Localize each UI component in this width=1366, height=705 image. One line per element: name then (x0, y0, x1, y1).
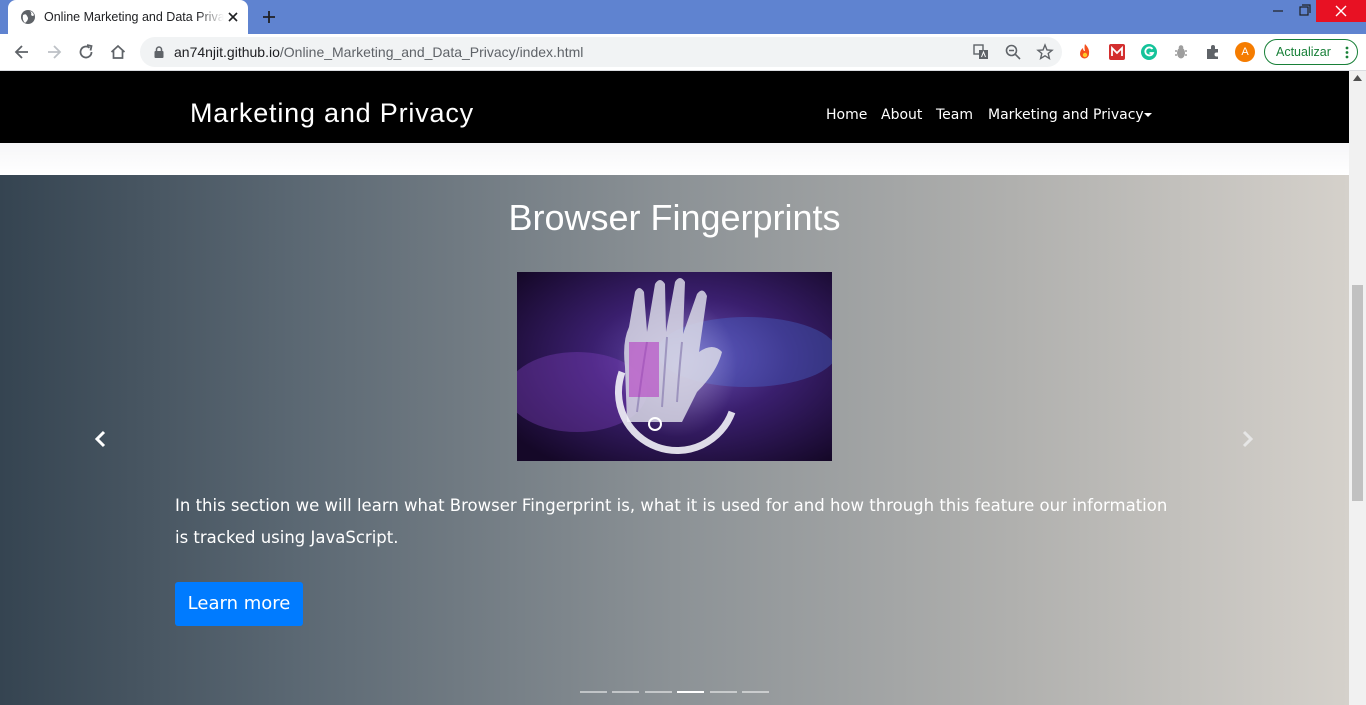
url-text[interactable]: an74njit.github.io/Online_Marketing_and_… (174, 44, 583, 60)
globe-icon (21, 10, 35, 24)
close-icon[interactable] (226, 10, 240, 24)
mega-extension-icon[interactable] (1108, 43, 1126, 61)
carousel-indicator[interactable] (709, 691, 737, 693)
forward-arrow-icon[interactable] (45, 43, 63, 61)
new-tab-icon[interactable] (260, 8, 278, 26)
zoom-icon[interactable] (1004, 43, 1022, 61)
browser-toolbar: an74njit.github.io/Online_Marketing_and_… (0, 34, 1366, 71)
browser-tab[interactable]: Online Marketing and Data Privacy (8, 0, 248, 34)
flame-extension-icon[interactable] (1076, 43, 1094, 61)
lock-icon[interactable] (152, 45, 166, 59)
navbar-spacer (0, 143, 1349, 175)
window-close-icon[interactable] (1316, 0, 1366, 22)
carousel-indicator[interactable] (677, 691, 705, 693)
url-host: an74njit.github.io (174, 44, 280, 60)
carousel-indicator[interactable] (580, 691, 607, 693)
site-brand[interactable]: Marketing and Privacy (190, 97, 474, 129)
browser-titlebar: Online Marketing and Data Privacy (0, 0, 1366, 34)
carousel-indicator[interactable] (612, 691, 640, 693)
caret-down-icon[interactable] (1144, 113, 1152, 117)
grammarly-extension-icon[interactable] (1140, 43, 1158, 61)
learn-more-button[interactable]: Learn more (175, 582, 303, 626)
slide-description: In this section we will learn what Brows… (175, 496, 1168, 547)
carousel-indicator[interactable] (742, 691, 769, 693)
nav-about[interactable]: About (881, 105, 922, 125)
kebab-menu-icon[interactable] (1345, 46, 1349, 59)
carousel-indicator[interactable] (644, 691, 672, 693)
profile-avatar[interactable]: A (1235, 42, 1255, 62)
back-arrow-icon[interactable] (13, 43, 31, 61)
page-scrollbar[interactable] (1349, 71, 1366, 705)
puzzle-extensions-icon[interactable] (1204, 43, 1222, 61)
nav-team[interactable]: Team (936, 105, 973, 125)
reload-icon[interactable] (77, 43, 95, 61)
chevron-left-icon[interactable] (92, 430, 110, 448)
nav-home[interactable]: Home (826, 105, 867, 125)
scroll-up-arrow-icon[interactable] (1353, 75, 1362, 81)
fingerprint-hand-image (517, 272, 832, 461)
scrollbar-thumb[interactable] (1352, 285, 1363, 501)
slide-title: Browser Fingerprints (508, 197, 841, 238)
translate-icon[interactable] (972, 43, 990, 61)
home-icon[interactable] (109, 43, 127, 61)
carousel-indicators (580, 691, 770, 694)
url-path: /Online_Marketing_and_Data_Privacy/index… (279, 44, 584, 60)
nav-marketing-dropdown[interactable]: Marketing and Privacy (988, 105, 1144, 125)
chevron-right-icon[interactable] (1238, 430, 1256, 448)
bug-extension-icon[interactable] (1172, 43, 1190, 61)
tab-title: Online Marketing and Data Privacy (44, 10, 224, 24)
bookmark-star-icon[interactable] (1036, 43, 1054, 61)
carousel: Browser Fingerprints In this section we … (0, 175, 1349, 705)
site-navbar: Marketing and Privacy Home About Team Ma… (0, 71, 1349, 143)
page-viewport: Marketing and Privacy Home About Team Ma… (0, 71, 1349, 705)
address-bar[interactable]: an74njit.github.io/Online_Marketing_and_… (140, 37, 1062, 67)
update-button[interactable]: Actualizar (1264, 39, 1358, 65)
update-button-label: Actualizar (1276, 45, 1331, 59)
